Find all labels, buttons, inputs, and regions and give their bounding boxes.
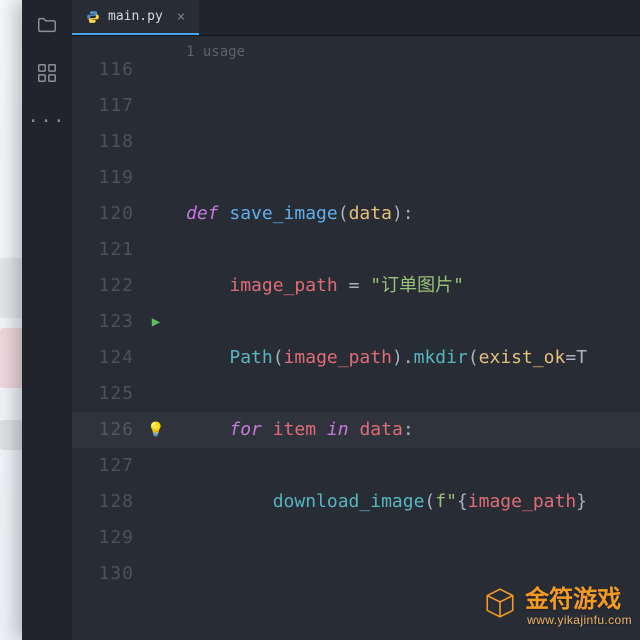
gutter-marks: ▶ 💡 — [144, 36, 168, 640]
more-icon[interactable]: ··· — [34, 108, 60, 134]
python-file-icon — [86, 10, 100, 24]
extensions-icon[interactable] — [34, 60, 60, 86]
usages-hint[interactable]: 1 usage — [186, 36, 245, 70]
tab-bar: main.py × — [72, 0, 640, 36]
run-icon[interactable]: ▶ — [152, 304, 160, 340]
folder-icon[interactable] — [34, 12, 60, 38]
code-editor[interactable]: 116 117 118 119 120 121 122 123 124 125 … — [72, 36, 640, 640]
tab-label: main.py — [108, 9, 163, 24]
code-area[interactable]: 1 usage def save_image(data): image_path… — [168, 36, 640, 640]
activity-bar: ··· — [22, 0, 72, 640]
ide-window: ··· main.py × 116 — [22, 0, 640, 640]
tab-main-py[interactable]: main.py × — [72, 0, 199, 35]
line-number-gutter: 116 117 118 119 120 121 122 123 124 125 … — [72, 36, 144, 640]
close-icon[interactable]: × — [177, 9, 185, 25]
